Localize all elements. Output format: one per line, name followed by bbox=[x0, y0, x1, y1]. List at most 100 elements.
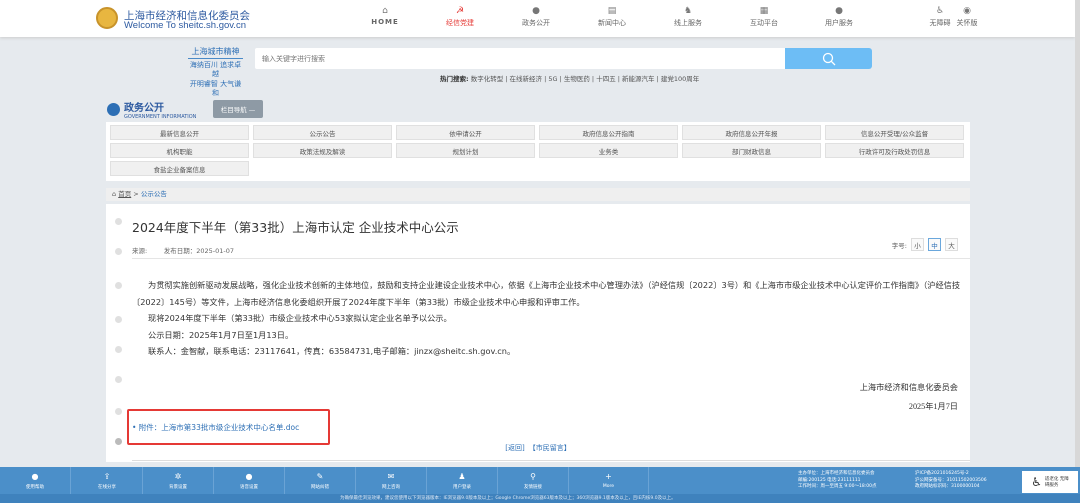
nav-user-service[interactable]: ● 用户服务 bbox=[809, 6, 869, 28]
footer-voice[interactable]: ● 语音设置 bbox=[214, 467, 285, 494]
bullet-dot bbox=[115, 316, 122, 323]
bullet-dot bbox=[115, 376, 122, 383]
logo-emblem[interactable] bbox=[96, 7, 118, 29]
nav-interact[interactable]: ▦ 互动平台 bbox=[734, 6, 794, 28]
interact-icon: ▦ bbox=[759, 6, 769, 16]
footer-share[interactable]: ⇪ 在线分享 bbox=[72, 467, 143, 494]
accessibility-link[interactable]: ♿ 无障碍 bbox=[925, 6, 955, 28]
bullet-dot bbox=[115, 282, 122, 289]
elderly-accessibility-button[interactable]: ♿ 适老化 无障碍服务 bbox=[1022, 471, 1078, 493]
hot-search-link[interactable]: 十四五 bbox=[596, 75, 616, 83]
footer-report-error[interactable]: ✎ 网站纠错 bbox=[285, 467, 356, 494]
column-nav-toggle[interactable]: 栏目导航 — bbox=[213, 100, 263, 118]
message-link[interactable]: 【市民留言】 bbox=[529, 444, 571, 452]
wheelchair-icon: ♿ bbox=[1031, 475, 1042, 489]
care-mode-link[interactable]: ◉ 关怀版 bbox=[952, 6, 982, 28]
category-link[interactable]: 食盐企业备案信息 bbox=[110, 161, 249, 176]
eye-icon: ◉ bbox=[963, 6, 971, 16]
breadcrumb-current[interactable]: 公示公告 bbox=[141, 190, 167, 198]
footer-host-info: 主办单位：上海市经济和信息化委员会 邮编:200125 电话:23111111 … bbox=[798, 471, 877, 489]
category-panel: 最新信息公开 公示公告 依申请公开 政府信息公开指南 政府信息公开年报 信息公开… bbox=[106, 122, 970, 181]
category-link[interactable]: 政府信息公开指南 bbox=[539, 125, 678, 140]
hot-searches: 热门搜索: 数字化转型 | 在线新经济 | 5G | 生物医药 | 十四五 | … bbox=[440, 75, 700, 83]
scrollbar[interactable] bbox=[1075, 0, 1080, 467]
category-link[interactable]: 政策法规及解读 bbox=[253, 143, 392, 158]
article-actions: [返回] 【市民留言】 bbox=[106, 443, 970, 453]
footer-more[interactable]: + More bbox=[569, 467, 649, 494]
nav-gov-open[interactable]: ● 政务公开 bbox=[506, 6, 566, 28]
search-input[interactable] bbox=[255, 48, 785, 69]
bullet-dot bbox=[115, 346, 122, 353]
section-title: 政务公开 GOVERNMENT INFORMATION bbox=[107, 99, 196, 120]
party-icon: ☭ bbox=[455, 6, 465, 16]
footer-help[interactable]: ● 使用帮助 bbox=[0, 467, 71, 494]
footer-registration: 沪ICP备2021016245号-2 沪公网安备号：31011502003506… bbox=[915, 471, 987, 489]
bullet-dot bbox=[115, 218, 122, 225]
site-header: 上海市经济和信息化委员会 Welcome To sheitc.sh.gov.cn… bbox=[0, 0, 1075, 37]
hot-search-link[interactable]: 新能源汽车 bbox=[622, 75, 655, 83]
nav-party[interactable]: ☭ 经信党建 bbox=[430, 6, 490, 28]
category-link[interactable]: 规划计划 bbox=[396, 143, 535, 158]
home-icon: ⌂ bbox=[112, 190, 117, 198]
font-size-control: 字号: 小 中 大 bbox=[892, 238, 958, 251]
back-link[interactable]: [返回] bbox=[505, 444, 524, 452]
footer-links[interactable]: ⚲ 友情链接 bbox=[498, 467, 569, 494]
nav-online-service[interactable]: ♞ 线上服务 bbox=[658, 6, 718, 28]
footer-login[interactable]: ♟ 用户登录 bbox=[427, 467, 498, 494]
search-button[interactable] bbox=[785, 48, 872, 69]
breadcrumb: ⌂ 首页 > 公示公告 bbox=[106, 188, 970, 201]
footer-consult[interactable]: ✉ 网上咨询 bbox=[356, 467, 427, 494]
category-link[interactable]: 行政许可及行政处罚信息 bbox=[825, 143, 964, 158]
category-link[interactable]: 最新信息公开 bbox=[110, 125, 249, 140]
wheelchair-icon: ♿ bbox=[935, 6, 945, 16]
category-link[interactable]: 政府信息公开年报 bbox=[682, 125, 821, 140]
category-link[interactable]: 公示公告 bbox=[253, 125, 392, 140]
font-medium-button[interactable]: 中 bbox=[928, 238, 941, 251]
category-link[interactable]: 机构职能 bbox=[110, 143, 249, 158]
divider bbox=[132, 258, 970, 259]
nav-news[interactable]: ▤ 新闻中心 bbox=[582, 6, 642, 28]
gear-icon: ✲ bbox=[174, 472, 182, 481]
consult-icon: ✉ bbox=[387, 472, 395, 481]
attachment-link[interactable]: • 附件：上海市第33批市级企业技术中心名单.doc bbox=[132, 422, 299, 433]
site-name-en[interactable]: Welcome To sheitc.sh.gov.cn bbox=[124, 20, 246, 31]
city-spirit: 上海城市精神 海纳百川 追求卓越 开明睿智 大气谦和 bbox=[188, 47, 243, 97]
home-icon: ⌂ bbox=[382, 6, 388, 16]
chat-icon: ● bbox=[532, 6, 540, 16]
category-link[interactable]: 部门财政信息 bbox=[682, 143, 821, 158]
info-icon: ● bbox=[31, 472, 39, 481]
breadcrumb-home[interactable]: 首页 bbox=[118, 190, 131, 198]
browser-notice: 为确保最佳浏览效果，建议您使用以下浏览器版本：IE浏览器9.0版本及以上；Goo… bbox=[0, 494, 1080, 503]
voice-icon: ● bbox=[245, 472, 253, 481]
hot-search-link[interactable]: 建党100周年 bbox=[661, 75, 699, 83]
footer-background[interactable]: ✲ 背景设置 bbox=[143, 467, 214, 494]
user-icon: ● bbox=[835, 6, 843, 16]
divider bbox=[132, 460, 970, 461]
nav-home[interactable]: ⌂ HOME bbox=[355, 6, 415, 26]
share-icon: ⇪ bbox=[103, 472, 111, 481]
category-link[interactable]: 信息公开受理/公众监督 bbox=[825, 125, 964, 140]
hot-search-link[interactable]: 5G bbox=[548, 75, 557, 83]
search-icon bbox=[822, 52, 835, 65]
news-icon: ▤ bbox=[607, 6, 617, 16]
hot-search-link[interactable]: 数字化转型 bbox=[471, 75, 504, 83]
article: 2024年度下半年（第33批）上海市认定 企业技术中心公示 来源: 发布日期：2… bbox=[106, 204, 970, 462]
wrench-icon: ✎ bbox=[316, 472, 324, 481]
font-large-button[interactable]: 大 bbox=[945, 238, 958, 251]
service-icon: ♞ bbox=[683, 6, 693, 16]
article-signature: 上海市经济和信息化委员会 2025年1月7日 bbox=[859, 382, 958, 411]
hot-search-link[interactable]: 生物医药 bbox=[564, 75, 590, 83]
plus-icon: + bbox=[605, 472, 612, 481]
user-icon: ♟ bbox=[458, 472, 466, 481]
font-small-button[interactable]: 小 bbox=[911, 238, 924, 251]
article-title: 2024年度下半年（第33批）上海市认定 企业技术中心公示 bbox=[132, 220, 459, 235]
hot-search-link[interactable]: 在线新经济 bbox=[510, 75, 543, 83]
article-meta: 来源: 发布日期：2025-01-07 bbox=[132, 247, 235, 255]
article-body: 为贯彻实施创新驱动发展战略，强化企业技术创新的主体地位，鼓励和支持企业建设企业技… bbox=[132, 280, 961, 356]
bullet-dot bbox=[115, 248, 122, 255]
link-icon: ⚲ bbox=[530, 472, 536, 481]
chat-bubble-icon bbox=[107, 103, 120, 116]
category-link[interactable]: 业务类 bbox=[539, 143, 678, 158]
category-link[interactable]: 依申请公开 bbox=[396, 125, 535, 140]
bullet-dot bbox=[115, 408, 122, 415]
